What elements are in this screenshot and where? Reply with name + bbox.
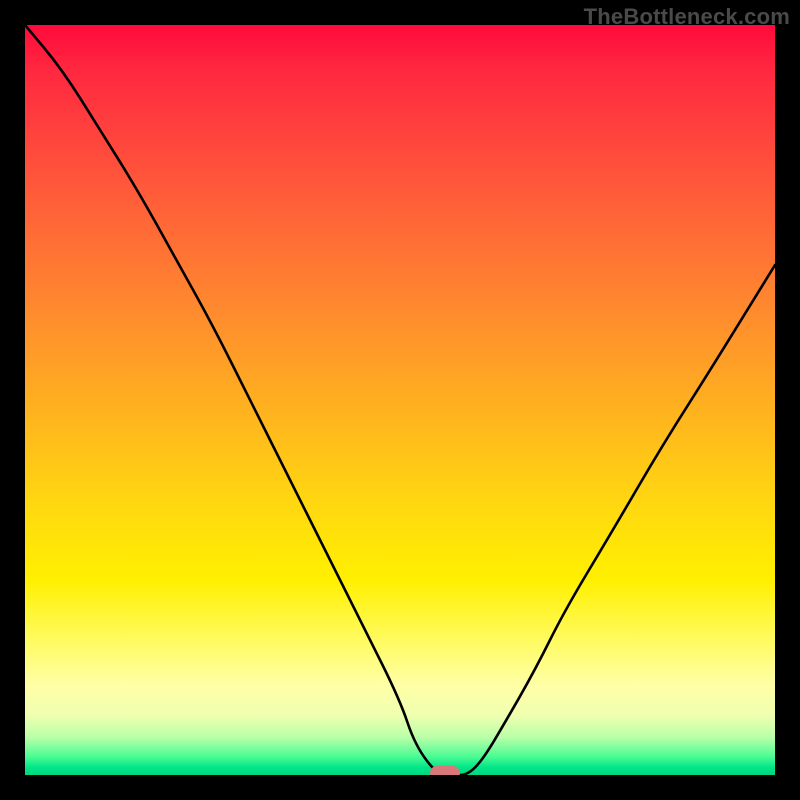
watermark-text: TheBottleneck.com bbox=[584, 4, 790, 30]
curve-layer bbox=[25, 25, 775, 775]
bottleneck-curve-path bbox=[25, 25, 775, 775]
optimal-marker bbox=[430, 766, 460, 775]
plot-area bbox=[25, 25, 775, 775]
chart-frame: TheBottleneck.com bbox=[0, 0, 800, 800]
